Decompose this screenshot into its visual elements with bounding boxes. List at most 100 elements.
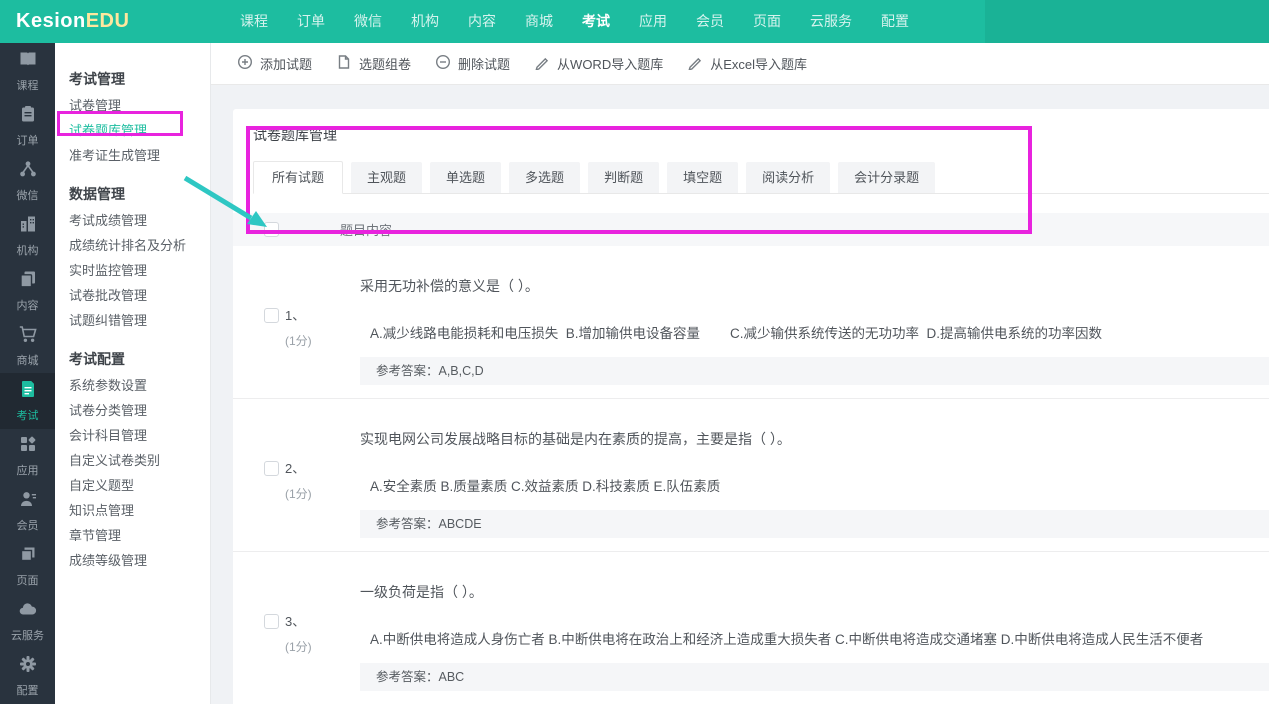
question-options: A.减少线路电能损耗和电压损失 B.增加输供电设备容量 C.减少输供系统传送的无… (360, 324, 1269, 343)
tab-all-questions[interactable]: 所有试题 (253, 161, 343, 194)
apps-grid-icon (18, 434, 38, 459)
topbar: KesionEDU 课程 订单 微信 机构 内容 商城 考试 应用 会员 页面 … (0, 0, 1269, 43)
sidebar-item-label: 机构 (17, 242, 39, 258)
tab-single-choice[interactable]: 单选题 (430, 162, 501, 193)
row-checkbox[interactable] (264, 614, 279, 629)
question-number: 3、 (285, 614, 312, 629)
sidebar-item-label: 应用 (17, 462, 39, 478)
question-text: 一级负荷是指（ ）。 (360, 582, 1269, 602)
menu-item-paper-category-management[interactable]: 试卷分类管理 (69, 398, 210, 423)
question-row: 1、 (1分) 采用无功补偿的意义是（ ）。 A.减少线路电能损耗和电压损失 B… (233, 246, 1269, 399)
topnav-item-orders[interactable]: 订单 (297, 0, 325, 43)
sidebar-item-label: 课程 (17, 77, 39, 93)
menu-item-score-statistics-ranking-analysis[interactable]: 成绩统计排名及分析 (69, 233, 210, 258)
tab-true-false[interactable]: 判断题 (588, 162, 659, 193)
cloud-icon (18, 599, 38, 624)
question-type-tabs: 所有试题 主观题 单选题 多选题 判断题 填空题 阅读分析 会计分录题 (253, 162, 1269, 194)
logo-brand: Kesion (16, 10, 86, 32)
import-excel-button[interactable]: 从Excel导入题库 (681, 43, 813, 85)
menu-item-custom-paper-category[interactable]: 自定义试卷类别 (69, 448, 210, 473)
tab-reading-analysis[interactable]: 阅读分析 (746, 162, 830, 193)
sidebar-item-pages[interactable]: 页面 (0, 539, 55, 594)
topnav-item-organization[interactable]: 机构 (411, 0, 439, 43)
reference-answer: 参考答案：ABCDE (360, 510, 1269, 538)
import-excel-label: 从Excel导入题库 (710, 54, 807, 73)
sidebar-item-apps[interactable]: 应用 (0, 429, 55, 484)
topnav-item-content[interactable]: 内容 (468, 0, 496, 43)
topnav-item-mall[interactable]: 商城 (525, 0, 553, 43)
sidebar-item-content[interactable]: 内容 (0, 263, 55, 318)
menu-item-score-level-management[interactable]: 成绩等级管理 (69, 548, 210, 573)
row-checkbox[interactable] (264, 308, 279, 323)
select-compose-paper-button[interactable]: 选题组卷 (330, 43, 417, 85)
menu-section-exam-config: 考试配置 (69, 345, 210, 373)
pages-icon (18, 544, 38, 569)
topnav-item-cloud[interactable]: 云服务 (810, 0, 852, 43)
compose-paper-icon (336, 54, 352, 73)
topnav-item-exam[interactable]: 考试 (582, 0, 610, 43)
sidebar-item-label: 内容 (17, 297, 39, 313)
building-icon (18, 214, 38, 239)
tab-multiple-choice[interactable]: 多选题 (509, 162, 580, 193)
row-checkbox[interactable] (264, 461, 279, 476)
menu-section-exam-management: 考试管理 (69, 65, 210, 93)
topnav-item-members[interactable]: 会员 (696, 0, 724, 43)
sidebar-item-label: 订单 (17, 132, 39, 148)
menu-item-realtime-monitor-management[interactable]: 实时监控管理 (69, 258, 210, 283)
sidebar-item-label: 配置 (17, 682, 39, 698)
sidebar-item-cloud[interactable]: 云服务 (0, 594, 55, 649)
tab-fill-blank[interactable]: 填空题 (667, 162, 738, 193)
question-number: 2、 (285, 461, 312, 476)
plus-circle-icon (237, 54, 253, 73)
clipboard-icon (18, 104, 38, 129)
sidebar-item-courses[interactable]: 课程 (0, 43, 55, 98)
sidebar-item-organization[interactable]: 机构 (0, 208, 55, 263)
menu-item-knowledge-point-management[interactable]: 知识点管理 (69, 498, 210, 523)
delete-question-button[interactable]: 删除试题 (429, 43, 516, 85)
sidebar-item-settings[interactable]: 配置 (0, 649, 55, 704)
question-row: 3、 (1分) 一级负荷是指（ ）。 A.中断供电将造成人身伤亡者 B.中断供电… (233, 552, 1269, 704)
menu-item-admission-ticket-management[interactable]: 准考证生成管理 (69, 143, 210, 168)
minus-circle-icon (435, 54, 451, 73)
menu-item-accounting-subject-management[interactable]: 会计科目管理 (69, 423, 210, 448)
menu-item-question-error-correction-management[interactable]: 试题纠错管理 (69, 308, 210, 333)
sidebar-item-label: 会员 (17, 517, 39, 533)
icon-sidebar: 课程 订单 微信 机构 内容 商城 考试 应用 会员 页面 云服务 配 (0, 43, 55, 704)
topnav-item-pages[interactable]: 页面 (753, 0, 781, 43)
gear-icon (18, 654, 38, 679)
topbar-right-segment (985, 0, 1269, 43)
sidebar-item-wechat[interactable]: 微信 (0, 153, 55, 208)
copy-icon (18, 269, 38, 294)
menu-item-paper-question-bank-management[interactable]: 试卷题库管理 (69, 118, 210, 143)
menu-item-custom-question-type[interactable]: 自定义题型 (69, 473, 210, 498)
menu-item-paper-management[interactable]: 试卷管理 (69, 93, 210, 118)
menu-sidebar: 考试管理 试卷管理 试卷题库管理 准考证生成管理 数据管理 考试成绩管理 成绩统… (55, 43, 211, 704)
tab-subjective[interactable]: 主观题 (351, 162, 422, 193)
topnav-item-wechat[interactable]: 微信 (354, 0, 382, 43)
topnav-item-settings[interactable]: 配置 (881, 0, 909, 43)
pencil-icon (687, 54, 703, 73)
topnav-item-apps[interactable]: 应用 (639, 0, 667, 43)
question-text: 采用无功补偿的意义是（ ）。 (360, 276, 1269, 296)
sidebar-item-orders[interactable]: 订单 (0, 98, 55, 153)
menu-item-exam-score-management[interactable]: 考试成绩管理 (69, 208, 210, 233)
menu-item-system-parameter-settings[interactable]: 系统参数设置 (69, 373, 210, 398)
sidebar-item-label: 商城 (17, 352, 39, 368)
exam-document-icon (18, 379, 38, 404)
sidebar-item-exam[interactable]: 考试 (0, 373, 55, 428)
import-word-button[interactable]: 从WORD导入题库 (528, 43, 669, 85)
panel-title: 试卷题库管理 (253, 125, 1269, 145)
topnav-item-courses[interactable]: 课程 (240, 0, 268, 43)
sidebar-item-members[interactable]: 会员 (0, 484, 55, 539)
add-question-button[interactable]: 添加试题 (231, 43, 318, 85)
tab-accounting-entry[interactable]: 会计分录题 (838, 162, 935, 193)
top-navigation: 课程 订单 微信 机构 内容 商城 考试 应用 会员 页面 云服务 配置 (240, 0, 909, 43)
select-all-checkbox[interactable] (264, 222, 279, 237)
menu-item-paper-correction-management[interactable]: 试卷批改管理 (69, 283, 210, 308)
logo-suffix: EDU (86, 10, 130, 32)
menu-item-chapter-management[interactable]: 章节管理 (69, 523, 210, 548)
sidebar-item-mall[interactable]: 商城 (0, 318, 55, 373)
column-header-question-content: 题目内容 (340, 220, 392, 239)
add-question-label: 添加试题 (260, 54, 312, 73)
cart-icon (18, 324, 38, 349)
